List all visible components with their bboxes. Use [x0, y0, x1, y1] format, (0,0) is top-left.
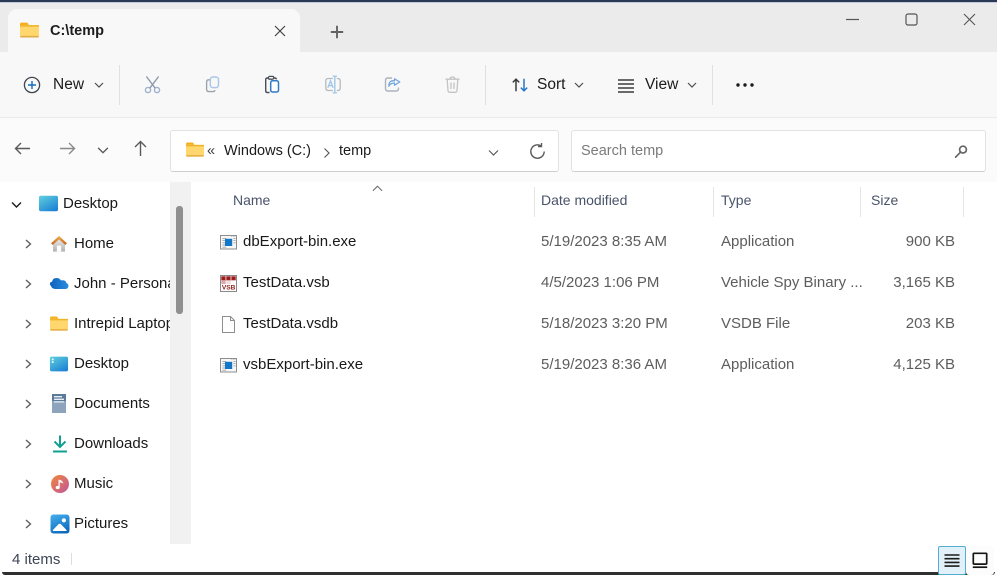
svg-text:VSB: VSB — [222, 285, 236, 292]
